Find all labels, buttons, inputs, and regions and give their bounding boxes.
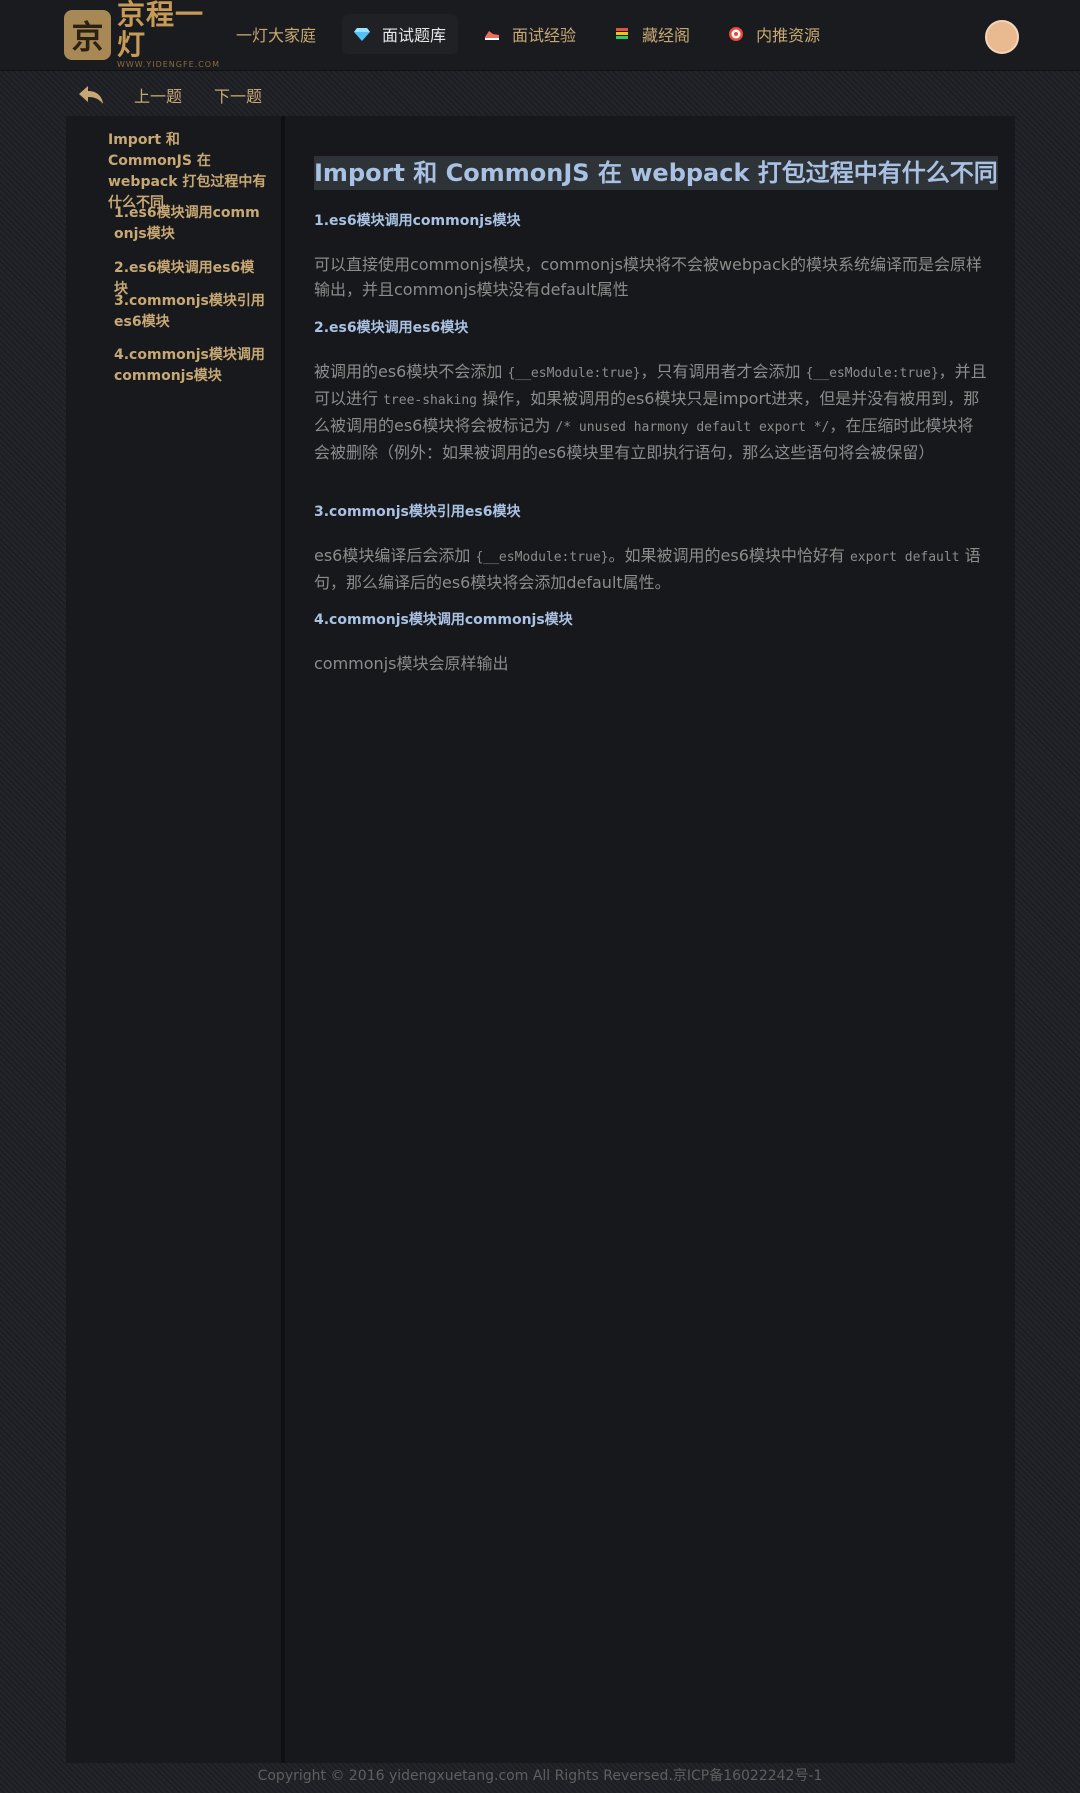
section-heading-4: 4.commonjs模块调用commonjs模块 [314,612,573,628]
logo-title: 京程一灯 [116,0,204,61]
previous-question-link[interactable]: 上一题 [134,83,182,107]
nav-item-question-bank[interactable]: 面试题库 [342,14,459,54]
inline-code: {__esModule:true} [805,366,939,381]
toc-item-4[interactable]: 4.commonjs模块调用commonjs模块 [114,345,266,387]
logo-icon: 京 [64,10,111,60]
section-heading-1: 1.es6模块调用commonjs模块 [314,213,521,229]
main-nav: 一灯大家庭 面试题库 面试经验 藏经阁 内推资源 [224,14,846,54]
article-content: Import 和 CommonJS 在 webpack 打包过程中有什么不同 1… [285,116,1015,1763]
user-avatar[interactable] [985,20,1019,54]
table-of-contents: Import 和 CommonJS 在 webpack 打包过程中有什么不同 1… [66,116,281,1763]
site-logo[interactable]: 京 京程一灯 WWW.YIDENGFE.COM [64,0,226,69]
section-text-4: commonjs模块会原样输出 [314,654,509,673]
section-text-1: 可以直接使用commonjs模块，commonjs模块将不会被webpack的模… [314,255,983,299]
diamond-icon [354,26,371,42]
section-heading-3: 3.commonjs模块引用es6模块 [314,504,521,520]
inline-code: /* unused harmony default export */ [555,420,830,435]
nav-item-family[interactable]: 一灯大家庭 [224,14,328,54]
nav-item-label: 面试题库 [382,26,447,45]
article-title: Import 和 CommonJS 在 webpack 打包过程中有什么不同 [314,156,998,190]
nav-item-label: 内推资源 [756,26,821,45]
inline-code: tree-shaking [383,393,478,408]
section-text-3: es6模块编译后会添加 {__esModule:true}。如果被调用的es6模… [314,546,981,592]
toc-title[interactable]: Import 和 CommonJS 在 webpack 打包过程中有什么不同 [108,130,268,214]
inline-code: {__esModule:true} [475,550,609,565]
shoe-icon [484,26,500,42]
nav-item-experience[interactable]: 面试经验 [472,14,588,54]
toc-item-1[interactable]: 1.es6模块调用commonjs模块 [114,203,266,245]
next-question-link[interactable]: 下一题 [214,83,262,107]
page-footer: Copyright © 2016 yidengxuetang.com All R… [257,1768,823,1784]
inline-code: export default [849,550,960,565]
nav-item-label: 面试经验 [512,26,577,45]
logo-subtitle: WWW.YIDENGFE.COM [116,60,220,69]
section-heading-2: 2.es6模块调用es6模块 [314,320,469,336]
nav-item-referral[interactable]: 内推资源 [716,14,832,54]
section-text-2: 被调用的es6模块不会添加 {__esModule:true}，只有调用者才会添… [314,362,987,462]
target-icon [728,26,744,42]
inline-code: {__esModule:true} [507,366,641,381]
top-navigation-bar: 京 京程一灯 WWW.YIDENGFE.COM 一灯大家庭 面试题库 面试经验 … [0,0,1080,71]
books-icon [614,26,630,42]
nav-item-library[interactable]: 藏经阁 [602,14,702,54]
toc-item-3[interactable]: 3.commonjs模块引用es6模块 [114,291,266,333]
back-arrow-icon[interactable] [78,84,104,106]
nav-item-label: 一灯大家庭 [236,26,317,45]
nav-item-label: 藏经阁 [642,26,691,45]
question-toolbar: 上一题 下一题 [78,80,294,110]
